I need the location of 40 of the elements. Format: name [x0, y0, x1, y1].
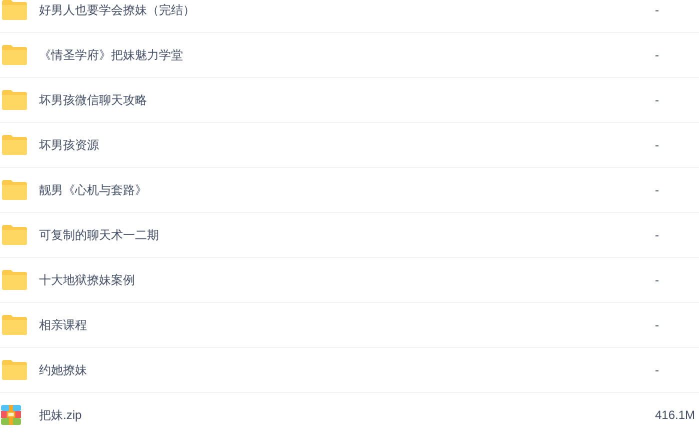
file-name[interactable]: 约她撩妹	[38, 362, 655, 378]
folder-icon	[1, 134, 28, 156]
file-row[interactable]: 坏男孩微信聊天攻略 -	[0, 78, 699, 123]
file-size: -	[655, 93, 660, 107]
archive-icon	[1, 405, 21, 425]
file-row[interactable]: 相亲课程 -	[0, 303, 699, 348]
file-size: -	[655, 3, 660, 17]
file-name[interactable]: 靓男《心机与套路》	[38, 182, 655, 198]
file-size: -	[655, 228, 660, 242]
file-name[interactable]: 坏男孩资源	[38, 136, 655, 154]
file-name[interactable]: 好男人也要学会撩妹（完结）	[38, 2, 655, 18]
file-name[interactable]: 把妹.zip	[38, 406, 655, 424]
file-row[interactable]: 约她撩妹 -	[0, 348, 699, 393]
file-name[interactable]: 《情圣学府》把妹魅力学堂	[38, 46, 655, 64]
file-size: -	[655, 183, 660, 197]
file-name[interactable]: 坏男孩微信聊天攻略	[38, 92, 655, 108]
file-size: -	[655, 318, 660, 332]
file-row[interactable]: 坏男孩资源 -	[0, 123, 699, 168]
file-size: -	[655, 138, 660, 152]
file-row[interactable]: 《情圣学府》把妹魅力学堂 -	[0, 33, 699, 78]
file-row[interactable]: 十大地狱撩妹案例 -	[0, 258, 699, 303]
file-name[interactable]: 相亲课程	[38, 316, 655, 334]
file-row[interactable]: 可复制的聊天术一二期 -	[0, 213, 699, 258]
file-size: -	[655, 273, 660, 287]
folder-icon	[1, 89, 28, 111]
folder-icon	[1, 269, 28, 291]
file-size: 416.1M	[655, 408, 696, 422]
folder-icon	[1, 314, 28, 336]
file-row[interactable]: 靓男《心机与套路》 -	[0, 168, 699, 213]
folder-icon	[1, 44, 28, 66]
file-name[interactable]: 十大地狱撩妹案例	[38, 272, 655, 288]
file-size: -	[655, 363, 660, 377]
folder-icon	[1, 359, 28, 381]
folder-icon	[1, 224, 28, 246]
file-size: -	[655, 48, 660, 62]
file-row[interactable]: 好男人也要学会撩妹（完结） -	[0, 0, 699, 33]
file-name[interactable]: 可复制的聊天术一二期	[38, 226, 655, 244]
folder-icon	[1, 179, 28, 201]
file-row[interactable]: 把妹.zip 416.1M	[0, 393, 699, 433]
folder-icon	[1, 0, 28, 21]
